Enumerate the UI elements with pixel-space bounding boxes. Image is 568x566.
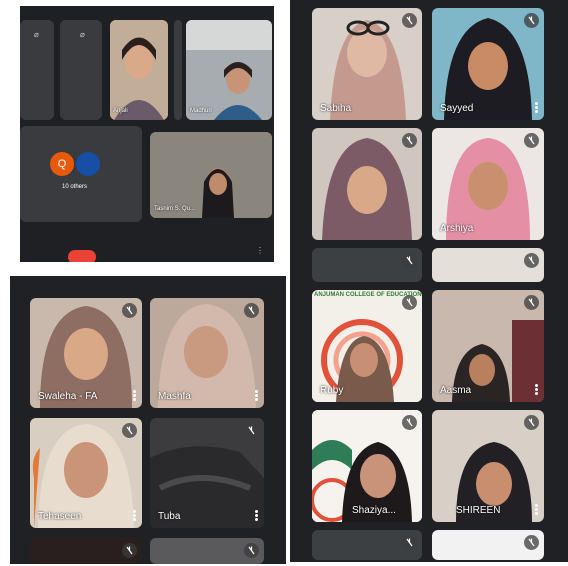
mic-off-icon <box>402 13 417 28</box>
participant-tile[interactable] <box>312 128 422 240</box>
mic-off-icon <box>524 133 539 148</box>
mic-off-icon <box>524 535 539 550</box>
mic-off-icon <box>244 423 259 438</box>
more-options-icon[interactable] <box>255 510 258 522</box>
mic-off-icon <box>524 415 539 430</box>
participant-name: SHIREEN <box>456 505 501 516</box>
participant-tile-shireen[interactable]: SHIREEN <box>432 410 544 522</box>
mic-off-icon <box>402 415 417 430</box>
more-options-icon[interactable]: ⋮ <box>256 246 264 255</box>
participant-tile-anjali[interactable]: Anjali <box>110 20 168 120</box>
more-options-icon[interactable] <box>535 384 538 396</box>
participant-tile-sabiha[interactable]: Sabiha <box>312 8 422 120</box>
more-options-icon[interactable] <box>133 510 136 522</box>
mic-off-icon <box>524 253 539 268</box>
others-count-label: 10 others <box>62 184 88 190</box>
participant-video <box>110 20 168 120</box>
participant-tile-muted[interactable]: ⌀ <box>20 20 54 120</box>
participant-avatar <box>76 152 100 176</box>
participant-tile-muted[interactable] <box>312 530 422 560</box>
participant-tile-arshiya[interactable]: Arshiya <box>432 128 544 240</box>
participant-tile-muted[interactable] <box>150 538 264 564</box>
more-options-icon[interactable] <box>535 504 538 516</box>
mic-off-icon <box>402 133 417 148</box>
mic-off-icon <box>244 303 259 318</box>
participant-name: Swaleha - FA <box>38 391 98 402</box>
others-tile[interactable]: Q 10 others <box>20 126 142 222</box>
meeting-screenshot-bottom-left: Swaleha - FA Mashfa Tehaseen Tuba <box>10 276 286 564</box>
participant-tile-shaziya[interactable]: Shaziya... <box>312 410 422 522</box>
meeting-screenshot-right: Sabiha Sayyed Arshiya ANJUMAN COLLEGE OF… <box>290 0 568 562</box>
participant-tile-muted[interactable] <box>30 538 142 564</box>
participant-tile-tuba[interactable]: Tuba <box>150 418 264 528</box>
participant-tile-muted[interactable] <box>174 20 182 120</box>
participant-name: Tasnim S. Qu... <box>154 206 196 212</box>
mic-off-icon <box>122 423 137 438</box>
more-options-icon[interactable] <box>133 390 136 402</box>
participant-name: Tehaseen <box>38 511 82 522</box>
participant-tile-muted[interactable] <box>432 530 544 560</box>
mic-off-icon <box>122 543 137 558</box>
participant-name: Tuba <box>158 511 181 522</box>
mic-off-icon <box>122 303 137 318</box>
participant-tile-mashfa[interactable]: Mashfa <box>150 298 264 408</box>
participant-name: Anjali <box>113 108 128 114</box>
mic-off-icon <box>524 295 539 310</box>
mic-off-icon: ⌀ <box>34 30 39 39</box>
participant-tile-madhuri[interactable]: Madhuri <box>186 20 272 120</box>
participant-name: Shaziya... <box>352 505 396 516</box>
participant-avatar: Q <box>50 152 74 176</box>
participant-tile-muted[interactable] <box>312 248 422 282</box>
participant-tile-muted[interactable]: ⌀ <box>60 20 102 120</box>
mic-off-icon: ⌀ <box>80 30 85 39</box>
participant-video <box>186 20 272 120</box>
participant-name: Mashfa <box>158 391 191 402</box>
participant-name: Arshiya <box>440 223 474 234</box>
participant-name: Ruby <box>320 385 344 396</box>
participant-tile-tasnim[interactable]: Tasnim S. Qu... <box>150 132 272 218</box>
mic-off-icon <box>244 543 259 558</box>
participant-tile-swaleha[interactable]: Swaleha - FA <box>30 298 142 408</box>
more-options-icon[interactable] <box>255 390 258 402</box>
participant-name: Madhuri <box>190 108 212 114</box>
participant-name: Sayyed <box>440 103 474 114</box>
participant-tile-tehaseen[interactable]: Tehaseen <box>30 418 142 528</box>
participant-tile-sayyed[interactable]: Sayyed <box>432 8 544 120</box>
mic-off-icon <box>402 253 417 268</box>
mic-off-icon <box>524 13 539 28</box>
end-call-button[interactable] <box>68 250 96 262</box>
participant-tile-aasma[interactable]: Aasma <box>432 290 544 402</box>
participant-tile-ruby[interactable]: ANJUMAN COLLEGE OF EDUCATION Ruby <box>312 290 422 402</box>
participant-name: Aasma <box>440 385 472 396</box>
mic-off-icon <box>402 295 417 310</box>
participant-tile-muted[interactable] <box>432 248 544 282</box>
meeting-screenshot-top-left: ⌀ ⌀ Anjali Madhuri Q 10 others Tasnim S.… <box>20 6 274 262</box>
mic-off-icon <box>402 535 417 550</box>
more-options-icon[interactable] <box>535 102 538 114</box>
participant-name: Sabiha <box>320 103 352 114</box>
